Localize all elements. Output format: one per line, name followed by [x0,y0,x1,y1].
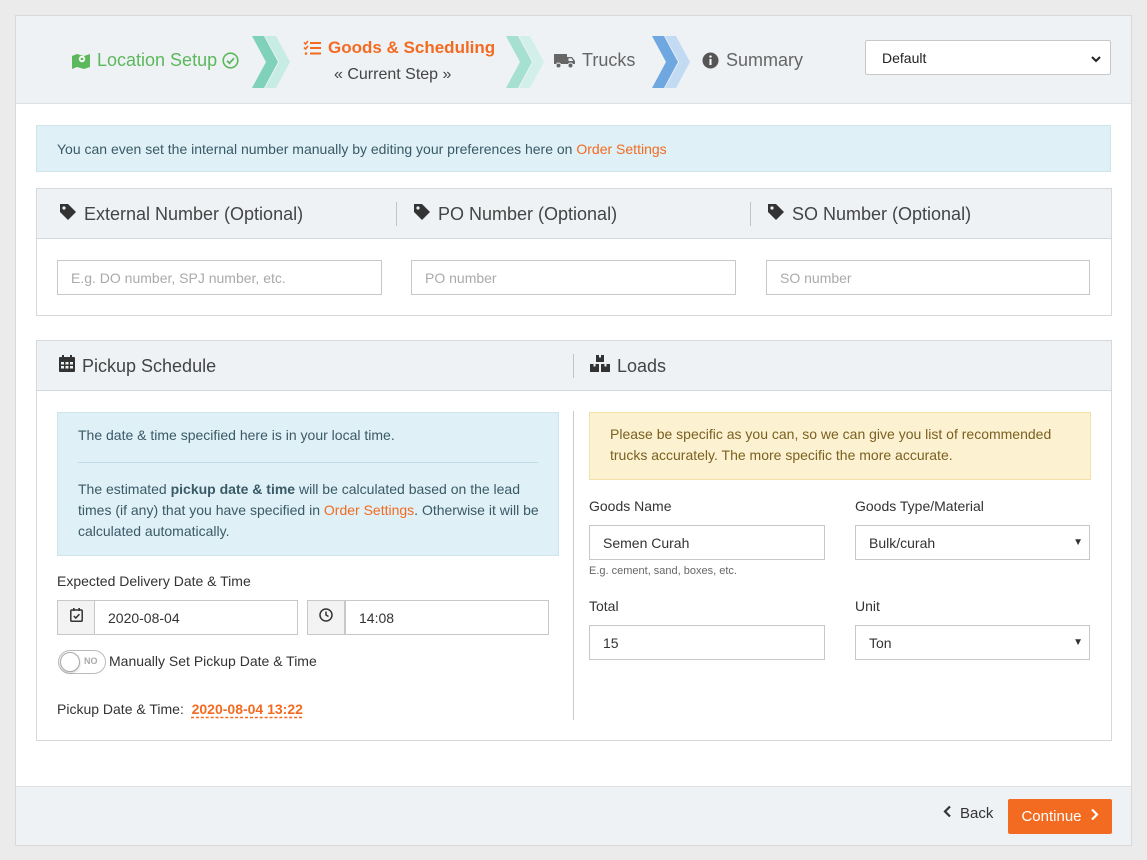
form-footer: Back Continue [16,786,1131,845]
schedule-loads-header: Pickup Schedule Loads [37,341,1111,391]
warning-line: trucks accurately. The more specific the… [610,447,953,463]
pickup-schedule-label: Pickup Schedule [82,355,217,376]
estimate-note: The estimated pickup date & time will be… [78,479,548,542]
header-divider [750,202,751,226]
loads-label: Loads [617,355,667,376]
external-number-input[interactable]: E.g. DO number, SPJ number, etc. [57,260,382,295]
external-number-label: External Number (Optional) [84,204,304,224]
step-goods-scheduling[interactable]: Goods & Scheduling [303,38,495,58]
back-label: Back [960,805,994,822]
order-numbers-header: External Number (Optional) PO Number (Op… [37,189,1111,239]
check-circle-icon [222,52,239,69]
estimate-text: calculated automatically. [78,523,230,539]
unit-select[interactable]: Ton ▼ [855,625,1090,660]
warning-line: Please be specific as you can, so we can… [610,426,1052,442]
po-number-label: PO Number (Optional) [438,204,618,224]
step-label: Trucks [582,50,636,70]
pickup-schedule-heading: Pickup Schedule [59,355,216,377]
continue-label: Continue [1021,808,1082,825]
toggle-knob [60,652,80,672]
preset-select-value: Default [882,49,927,66]
tag-icon [767,203,792,226]
alert-text: You can even set the internal number man… [57,141,577,157]
goods-name-label: Goods Name [589,498,672,514]
local-time-note: The date & time specified here is in you… [78,427,395,443]
so-number-heading: SO Number (Optional) [767,203,971,226]
calendar-check-icon [69,608,83,627]
total-label: Total [589,598,619,614]
total-input[interactable]: 15 [589,625,825,660]
unit-value: Ton [869,634,892,651]
map-icon [71,52,91,70]
truck-icon [554,53,576,69]
goods-type-label: Goods Type/Material [855,498,984,514]
info-circle-icon [702,52,719,69]
info-divider [78,462,538,463]
tag-icon [59,203,84,226]
step-label: Summary [726,50,804,70]
step-location-setup[interactable]: Location Setup [71,50,239,71]
pickup-datetime-value[interactable]: 2020-08-04 13:22 [192,701,303,717]
toggle-state: NO [84,656,98,666]
step-chevron-icon [506,36,544,88]
back-button[interactable]: Back [943,805,993,822]
order-stepper: Location Setup Goods & Scheduling « Curr… [16,16,1131,104]
time-picker-addon[interactable] [307,600,345,635]
tag-icon [413,203,438,226]
order-settings-link[interactable]: Order Settings [576,141,666,157]
order-settings-link[interactable]: Order Settings [324,502,414,518]
unit-label: Unit [855,598,880,614]
internal-number-alert: You can even set the internal number man… [36,125,1111,172]
manual-pickup-label: Manually Set Pickup Date & Time [109,653,317,669]
header-divider [573,354,574,378]
step-trucks[interactable]: Trucks [554,50,635,71]
so-number-label: SO Number (Optional) [792,204,972,224]
current-step-caption: « Current Step » [334,66,452,83]
po-number-heading: PO Number (Optional) [413,203,617,226]
pickup-datetime: Pickup Date & Time: 2020-08-04 13:22 [57,701,303,717]
pickup-datetime-label: Pickup Date & Time: [57,701,184,717]
delivery-time-input[interactable]: 14:08 [345,600,549,635]
estimate-bold: pickup date & time [170,481,296,497]
manual-pickup-toggle[interactable]: NO [58,650,106,674]
goods-name-hint: E.g. cement, sand, boxes, etc. [589,565,737,577]
estimate-text: . Otherwise it will be [414,502,539,518]
step-chevron-icon [652,36,690,88]
po-number-input[interactable]: PO number [411,260,736,295]
local-time-info: The date & time specified here is in you… [57,412,559,556]
caret-down-icon: ▼ [1073,637,1083,648]
preset-select[interactable]: Default [865,40,1111,75]
caret-down-icon: ▼ [1073,537,1083,548]
calendar-icon [59,355,82,377]
order-numbers-panel: External Number (Optional) PO Number (Op… [36,188,1112,316]
boxes-icon [590,355,617,377]
goods-name-input[interactable]: Semen Curah [589,525,825,560]
step-label: Goods & Scheduling [328,38,496,57]
delivery-date-input[interactable]: 2020-08-04 [94,600,298,635]
goods-type-value: Bulk/curah [869,534,936,551]
chevron-down-icon [1090,52,1102,68]
schedule-loads-panel: Pickup Schedule Loads The date & time sp… [36,340,1112,741]
loads-heading: Loads [590,355,666,377]
header-divider [396,202,397,226]
date-picker-addon[interactable] [57,600,95,635]
estimate-text: The estimated [78,481,171,497]
clock-icon [319,608,333,627]
estimate-text: will be calculated based on the lead [295,481,521,497]
delivery-datetime-label: Expected Delivery Date & Time [57,573,251,589]
step-label: Location Setup [97,50,218,70]
continue-button[interactable]: Continue [1008,799,1112,834]
tasks-list-icon [303,40,321,56]
step-summary[interactable]: Summary [702,50,803,71]
so-number-input[interactable]: SO number [766,260,1090,295]
goods-type-select[interactable]: Bulk/curah ▼ [855,525,1090,560]
step-chevron-icon [252,36,290,88]
loads-warning: Please be specific as you can, so we can… [589,412,1091,480]
external-number-heading: External Number (Optional) [59,203,303,226]
chevron-left-icon [943,805,952,822]
column-divider [573,411,574,720]
chevron-right-icon [1090,808,1099,825]
order-form-card: Location Setup Goods & Scheduling « Curr… [15,15,1132,846]
estimate-text: times (if any) that you have specified i… [78,502,324,518]
